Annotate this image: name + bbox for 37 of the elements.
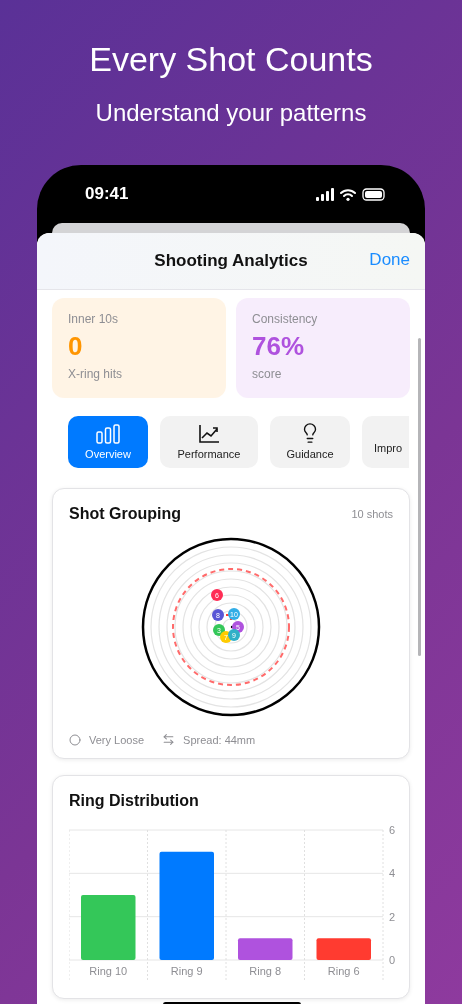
line-chart-icon [198,424,220,444]
spread-label: Spread: 44mm [183,733,256,746]
bar [316,938,371,960]
bar [238,938,293,960]
axis-label: 6 [389,824,396,836]
stat-value: 0 [68,331,84,362]
shot-count: 10 shots [351,508,393,520]
circle-icon [69,733,81,746]
tab[interactable]: Overview [68,416,148,468]
wifi-icon [340,187,356,201]
stat-label: Inner 10s [68,312,120,326]
stat-value: 76% [252,331,306,362]
axis-label: 0 [389,954,396,966]
tightness-label: Very Loose [89,733,145,746]
sheet-title: Shooting Analytics [154,251,308,271]
category-label: Ring 8 [249,965,282,977]
tab[interactable]: Impro [362,416,409,468]
stat-caption: X-ring hits [68,367,124,381]
tab[interactable]: Performance [160,416,258,468]
subtitle: Understand your patterns [95,99,367,127]
tab[interactable]: Guidance [270,416,350,468]
bar [81,895,136,960]
stat-caption: score [252,367,283,381]
signal-icon [316,187,334,201]
headline: Every Shot Counts [89,40,373,79]
arrows-icon [162,733,176,746]
battery-icon [362,187,385,201]
category-label: Ring 6 [327,965,360,977]
card-title: Ring Distribution [69,792,200,810]
axis-label: 4 [389,867,396,880]
status-time: 09:41 [85,184,129,204]
stat-label: Consistency [252,312,319,326]
bar-chart-icon [96,424,120,444]
category-label: Ring 10 [89,965,128,977]
category-label: Ring 9 [170,965,203,977]
axis-label: 2 [389,910,396,923]
card-title: Shot Grouping [69,505,181,523]
